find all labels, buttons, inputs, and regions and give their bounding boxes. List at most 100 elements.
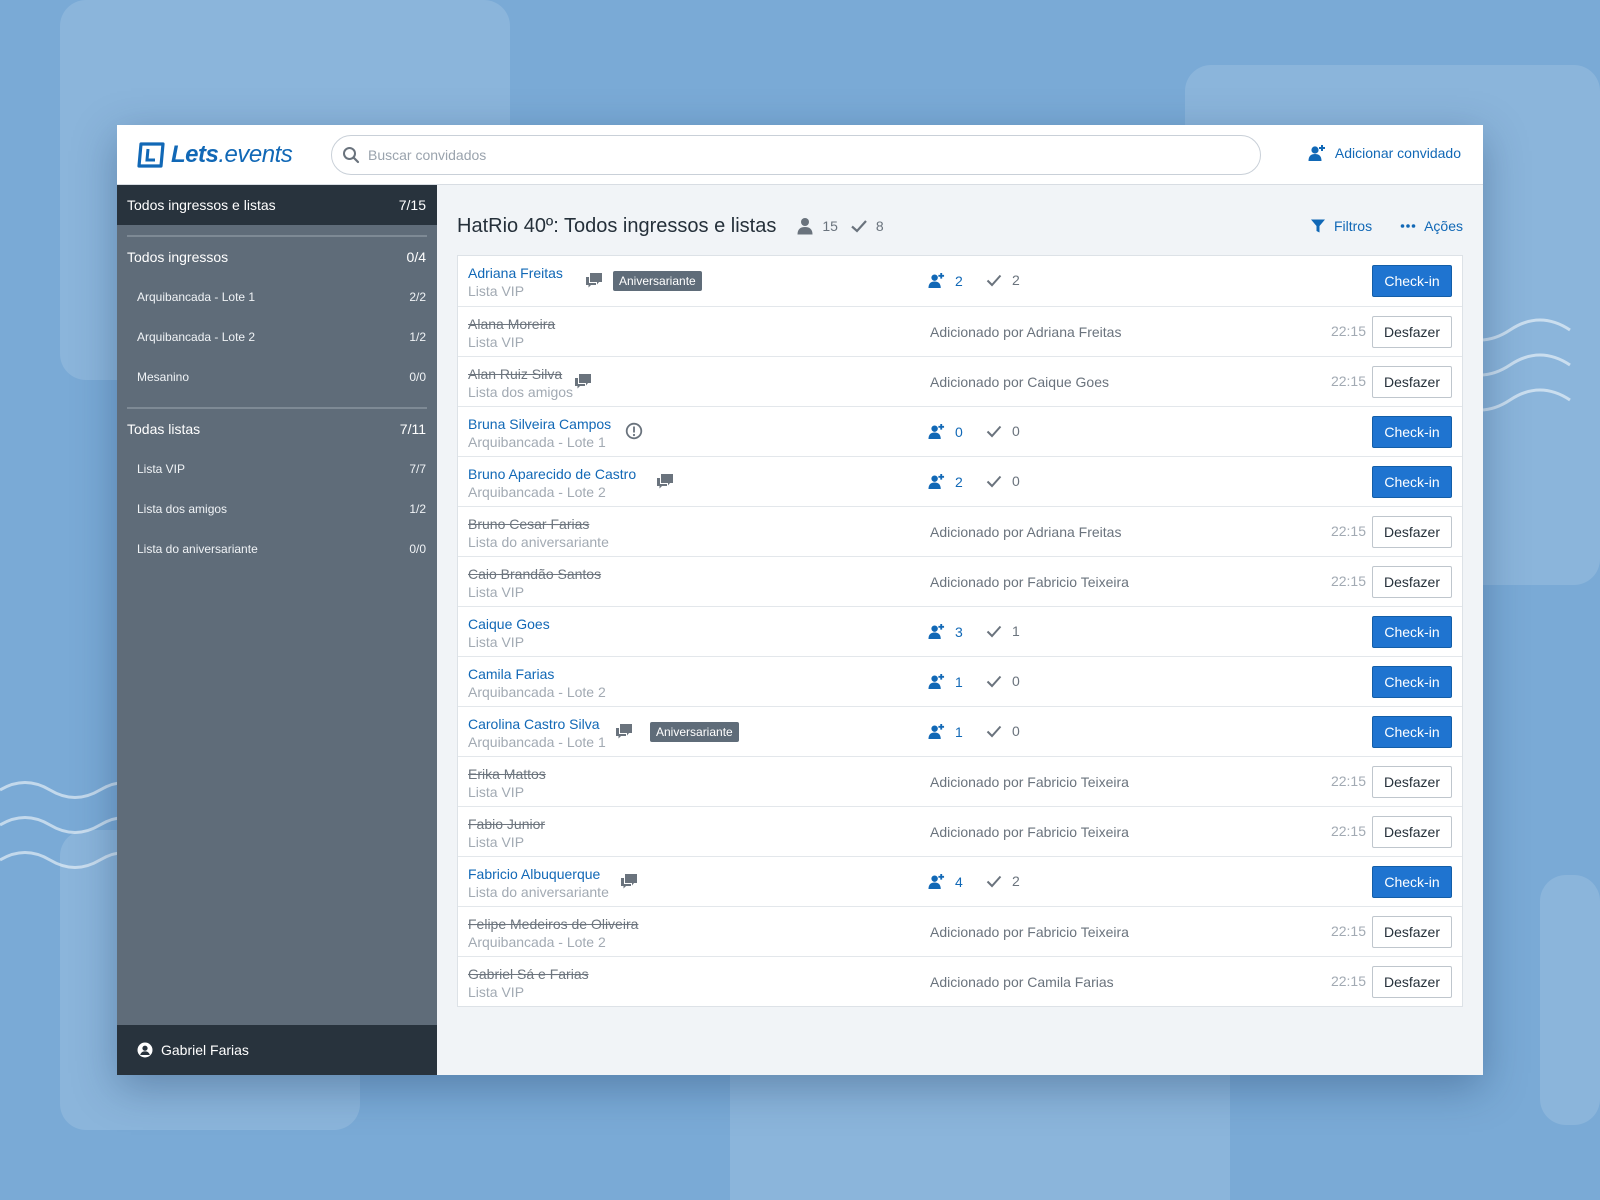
guest-total: 15: [796, 217, 838, 235]
guest-name: Alana Moreira: [468, 316, 556, 332]
check-in-button[interactable]: Check-in: [1372, 616, 1452, 648]
plus-ones: 1: [928, 673, 963, 690]
undo-button[interactable]: Desfazer: [1372, 516, 1452, 548]
guest-list-name: Lista do aniversariante: [468, 884, 609, 900]
guest-row: Adriana Freitas Lista VIP Aniversariante 2 2…: [458, 256, 1462, 306]
birthday-badge: Aniversariante: [650, 722, 739, 742]
added-by-text: Adicionado por Fabricio Teixeira: [930, 774, 1129, 790]
plus-ones-value: 2: [955, 473, 963, 490]
sidebar-group-tickets[interactable]: Todos ingressos 0/4: [117, 237, 437, 277]
page-title: HatRio 40º: Todos ingressos e listas: [457, 214, 777, 237]
plus-ones-value: 4: [955, 873, 963, 890]
filters-label: Filtros: [1333, 218, 1373, 234]
sidebar-item-ticket[interactable]: Arquibancada - Lote 1 2/2: [117, 277, 437, 317]
check-in-button[interactable]: Check-in: [1372, 466, 1452, 498]
guest-list-name: Lista VIP: [468, 584, 525, 600]
guest-row: Camila Farias Arquibancada - Lote 2 1 0 Chec…: [458, 656, 1462, 706]
alert-icon[interactable]: [625, 422, 643, 440]
guest-name[interactable]: Adriana Freitas: [468, 265, 563, 281]
checked-in-value: 1: [1012, 623, 1020, 639]
search-icon: [343, 147, 360, 164]
guest-row: Felipe Medeiros de Oliveira Arquibancada …: [458, 906, 1462, 956]
guest-name[interactable]: Bruna Silveira Campos: [468, 416, 611, 432]
guest-name: Alan Ruiz Silva: [468, 366, 563, 382]
filters-button[interactable]: Filtros: [1310, 218, 1372, 234]
sidebar-item-ticket[interactable]: Mesanino 0/0: [117, 357, 437, 397]
add-user-icon: [928, 623, 945, 640]
guest-name: Caio Brandão Santos: [468, 566, 602, 582]
undo-button[interactable]: Desfazer: [1372, 916, 1452, 948]
guest-list-name: Lista dos amigos: [468, 384, 574, 400]
sidebar: Todos ingressos e listas 7/15 Todos ingr…: [117, 185, 437, 1075]
check-in-time: 22:15: [1330, 523, 1366, 539]
checked-total-value: 8: [875, 218, 884, 234]
check-icon: [986, 475, 1002, 488]
guest-name[interactable]: Caique Goes: [468, 616, 550, 632]
guest-total-value: 15: [822, 218, 838, 234]
comment-icon[interactable]: [656, 472, 674, 490]
app-window: Lets.events Adicionar convidado Todos in…: [117, 125, 1483, 1075]
sidebar-item-list[interactable]: Lista dos amigos 1/2: [117, 489, 437, 529]
comment-icon[interactable]: [574, 372, 592, 390]
add-guest-button[interactable]: Adicionar convidado: [1308, 144, 1461, 162]
guest-name[interactable]: Bruno Aparecido de Castro: [468, 466, 636, 482]
user-menu[interactable]: Gabriel Farias: [117, 1025, 437, 1075]
added-by-text: Adicionado por Camila Farias: [930, 974, 1114, 990]
undo-button[interactable]: Desfazer: [1372, 816, 1452, 848]
checked-in-value: 2: [1012, 873, 1020, 889]
add-user-icon: [928, 423, 945, 440]
sidebar-item-count: 7/15: [398, 197, 426, 213]
check-in-button[interactable]: Check-in: [1372, 866, 1452, 898]
guest-name[interactable]: Camila Farias: [468, 666, 554, 682]
search-input[interactable]: [368, 140, 1260, 170]
comment-icon[interactable]: [620, 872, 638, 890]
comment-icon[interactable]: [615, 722, 633, 740]
guest-name[interactable]: Fabricio Albuquerque: [468, 866, 600, 882]
guest-name: Erika Mattos: [468, 766, 546, 782]
checked-in-value: 2: [1012, 272, 1020, 288]
add-user-icon: [928, 723, 945, 740]
background-panel: [1540, 875, 1600, 1125]
birthday-badge: Aniversariante: [613, 271, 702, 291]
sidebar-group-lists[interactable]: Todas listas 7/11: [117, 409, 437, 449]
comment-icon[interactable]: [585, 271, 603, 289]
sidebar-item-ticket[interactable]: Arquibancada - Lote 2 1/2: [117, 317, 437, 357]
checked-in-count: 0: [986, 723, 1020, 739]
check-in-button[interactable]: Check-in: [1372, 265, 1452, 297]
added-by-text: Adicionado por Fabricio Teixeira: [930, 824, 1129, 840]
add-user-icon: [1308, 145, 1325, 161]
check-in-time: 22:15: [1330, 323, 1366, 339]
guest-list-name: Lista VIP: [468, 984, 525, 1000]
undo-button[interactable]: Desfazer: [1372, 366, 1452, 398]
plus-ones-value: 1: [955, 723, 963, 740]
sidebar-item-list[interactable]: Lista do aniversariante 0/0: [117, 529, 437, 569]
guest-list-name: Lista VIP: [468, 334, 525, 350]
undo-button[interactable]: Desfazer: [1372, 966, 1452, 998]
actions-button[interactable]: Ações: [1400, 218, 1463, 234]
undo-button[interactable]: Desfazer: [1372, 766, 1452, 798]
search-bar[interactable]: [331, 135, 1261, 175]
add-guest-label: Adicionar convidado: [1334, 145, 1461, 161]
guest-name[interactable]: Carolina Castro Silva: [468, 716, 600, 732]
guest-row: Alan Ruiz Silva Lista dos amigos Adicionad…: [458, 356, 1462, 406]
guest-row: Bruno Cesar Farias Lista do aniversariant…: [458, 506, 1462, 556]
plus-ones-value: 1: [955, 673, 963, 690]
plus-ones: 4: [928, 873, 963, 890]
guest-list-name: Lista VIP: [468, 784, 525, 800]
guest-list-name: Arquibancada - Lote 1: [468, 434, 606, 450]
sidebar-item-all[interactable]: Todos ingressos e listas 7/15: [117, 185, 437, 225]
guest-list-name: Lista VIP: [468, 634, 525, 650]
check-in-button[interactable]: Check-in: [1372, 716, 1452, 748]
check-in-time: 22:15: [1330, 773, 1366, 789]
check-in-button[interactable]: Check-in: [1372, 666, 1452, 698]
check-in-button[interactable]: Check-in: [1372, 416, 1452, 448]
guest-row: Carolina Castro Silva Arquibancada - Lote…: [458, 706, 1462, 756]
added-by-text: Adicionado por Fabricio Teixeira: [930, 924, 1129, 940]
sidebar-item-list[interactable]: Lista VIP 7/7: [117, 449, 437, 489]
actions-label: Ações: [1424, 218, 1463, 234]
sidebar-item-label: Lista VIP: [137, 462, 186, 476]
undo-button[interactable]: Desfazer: [1372, 316, 1452, 348]
brand-logo[interactable]: Lets.events: [137, 141, 293, 169]
guest-list-name: Arquibancada - Lote 2: [468, 684, 606, 700]
undo-button[interactable]: Desfazer: [1372, 566, 1452, 598]
